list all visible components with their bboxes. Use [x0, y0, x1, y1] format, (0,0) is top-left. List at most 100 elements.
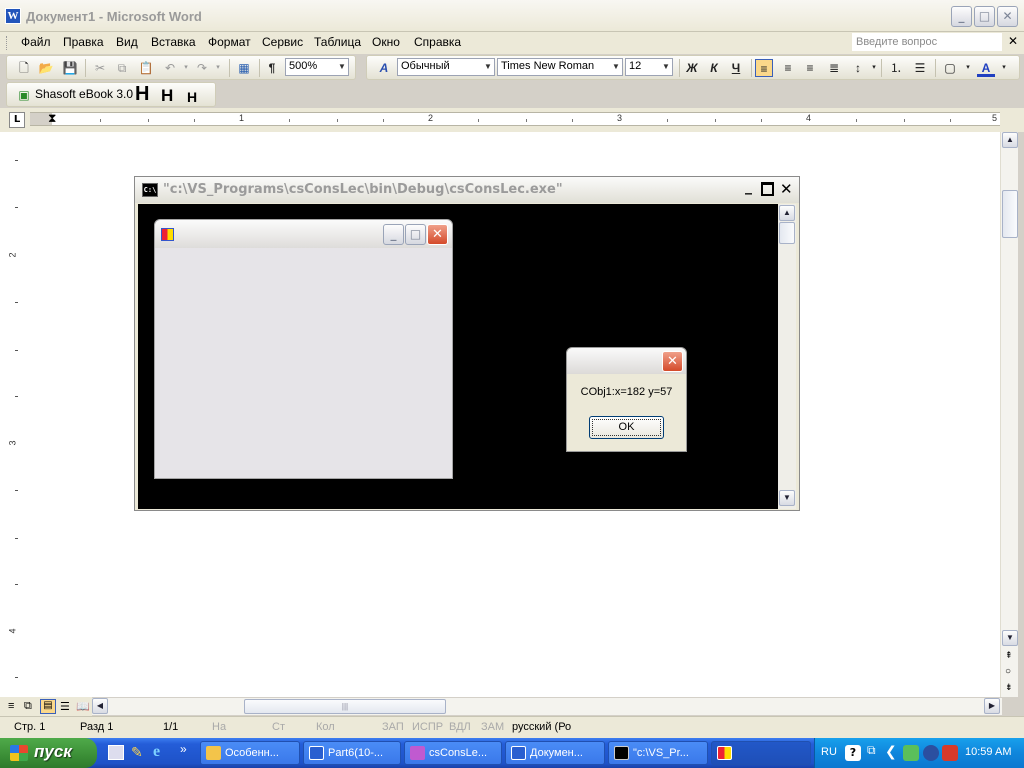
- normal-view-icon[interactable]: ≡: [8, 700, 14, 712]
- quicklaunch-more-icon[interactable]: »: [180, 742, 187, 756]
- italic-button[interactable]: К: [705, 59, 723, 77]
- menu-table[interactable]: Таблица: [314, 35, 361, 49]
- borders-icon[interactable]: ▢: [941, 59, 959, 77]
- close-button[interactable]: ✕: [997, 6, 1018, 27]
- form-minimize-button[interactable]: _: [383, 224, 404, 245]
- align-right-icon[interactable]: ≡: [801, 59, 819, 77]
- maximize-button[interactable]: □: [974, 6, 995, 27]
- menu-format[interactable]: Формат: [208, 35, 251, 49]
- clock[interactable]: 10:59 AM: [965, 746, 1011, 758]
- task-form-active[interactable]: [711, 741, 811, 765]
- menu-window[interactable]: Окно: [372, 35, 400, 49]
- font-select[interactable]: Times New Roman ▼: [497, 58, 623, 76]
- font-color-dropdown-icon[interactable]: ▾: [995, 59, 1013, 77]
- console-title-bar[interactable]: C:\ "c:\VS_Programs\csConsLec\bin\Debug\…: [135, 177, 799, 203]
- vertical-scrollbar[interactable]: ▲ ▼ ⇞ ○ ⇟: [1000, 132, 1018, 697]
- task-console[interactable]: "c:\VS_Pr...: [608, 741, 708, 765]
- security-shield-icon[interactable]: [942, 745, 958, 761]
- scroll-thumb[interactable]: [1002, 190, 1018, 238]
- form-app-icon[interactable]: [161, 228, 174, 241]
- scroll-right-icon[interactable]: ▶: [984, 698, 1000, 714]
- scroll-thumb[interactable]: [779, 222, 795, 244]
- scroll-left-icon[interactable]: ◀: [92, 698, 108, 714]
- status-overtype[interactable]: ЗАМ: [481, 721, 504, 733]
- paste-icon[interactable]: 📋: [137, 59, 155, 77]
- browse-object-icon[interactable]: ○: [1005, 666, 1011, 677]
- bold-button[interactable]: Ж: [683, 59, 701, 77]
- form-window[interactable]: _ □ ✕: [154, 219, 453, 479]
- styles-pane-icon[interactable]: A: [375, 59, 393, 77]
- underline-button[interactable]: Ч: [727, 59, 745, 77]
- heading1-button[interactable]: H: [135, 83, 149, 106]
- print-view-icon[interactable]: ▤: [40, 699, 56, 714]
- status-extend[interactable]: ВДЛ: [449, 721, 471, 733]
- menu-help[interactable]: Справка: [414, 35, 461, 49]
- open-folder-icon[interactable]: 📂: [37, 59, 55, 77]
- form-title-bar[interactable]: _ □ ✕: [155, 220, 452, 248]
- horizontal-ruler[interactable]: ⧗ 1 2 3 4 5: [30, 111, 1000, 126]
- form-close-button[interactable]: ✕: [427, 224, 448, 245]
- bullets-icon[interactable]: ☰: [911, 59, 929, 77]
- task-word-part6[interactable]: Part6(10-...: [303, 741, 401, 765]
- show-desktop-icon[interactable]: [108, 745, 124, 760]
- borders-dropdown-icon[interactable]: ▾: [959, 59, 977, 77]
- copy-icon[interactable]: ⧉: [113, 59, 131, 77]
- task-folder[interactable]: Особенн...: [200, 741, 300, 765]
- font-color-icon[interactable]: A: [977, 59, 995, 77]
- vertical-ruler[interactable]: 2 3 4: [6, 132, 26, 697]
- cut-icon[interactable]: ✂: [91, 59, 109, 77]
- start-button[interactable]: пуск: [0, 738, 97, 768]
- align-center-icon[interactable]: ≡: [779, 59, 797, 77]
- heading3-button[interactable]: H: [187, 89, 197, 105]
- tray-back-icon[interactable]: ❮: [885, 743, 897, 760]
- help-icon[interactable]: ?: [845, 745, 861, 761]
- show-formatting-icon[interactable]: ¶: [263, 59, 281, 77]
- status-track-changes[interactable]: ИСПР: [412, 721, 443, 733]
- scroll-thumb[interactable]: |||: [244, 699, 446, 714]
- indent-marker-icon[interactable]: ⧗: [48, 111, 56, 126]
- media-icon[interactable]: ✎: [131, 744, 143, 761]
- align-left-icon[interactable]: ≡: [755, 59, 773, 77]
- ie-icon[interactable]: e: [153, 743, 160, 761]
- form-maximize-button[interactable]: □: [405, 224, 426, 245]
- web-view-icon[interactable]: ⧉: [24, 700, 32, 713]
- scroll-up-icon[interactable]: ▲: [1002, 132, 1018, 148]
- menu-insert[interactable]: Вставка: [151, 35, 196, 49]
- redo-dropdown-icon[interactable]: ▾: [209, 59, 227, 77]
- ok-button[interactable]: OK: [589, 416, 664, 439]
- console-minimize-button[interactable]: _: [745, 179, 752, 195]
- numbering-icon[interactable]: ⒈: [887, 59, 905, 77]
- console-close-button[interactable]: ✕: [780, 180, 793, 198]
- console-scrollbar[interactable]: ▲ ▼: [778, 204, 796, 509]
- new-doc-icon[interactable]: 🗋: [15, 59, 33, 77]
- prev-page-icon[interactable]: ⇞: [1005, 650, 1013, 661]
- message-box[interactable]: ✕ CObj1:x=182 y=57 OK: [566, 347, 687, 452]
- justify-icon[interactable]: ≣: [825, 59, 843, 77]
- outline-view-icon[interactable]: ☰: [60, 700, 70, 713]
- menu-view[interactable]: Вид: [116, 35, 138, 49]
- style-select[interactable]: Обычный ▼: [397, 58, 495, 76]
- menu-tools[interactable]: Сервис: [262, 35, 303, 49]
- status-rec[interactable]: ЗАП: [382, 721, 404, 733]
- message-box-title-bar[interactable]: ✕: [567, 348, 686, 374]
- word-app-icon[interactable]: W: [5, 8, 21, 24]
- update-icon[interactable]: [923, 745, 939, 761]
- next-page-icon[interactable]: ⇟: [1005, 682, 1013, 693]
- task-visual-studio[interactable]: csConsLe...: [404, 741, 502, 765]
- network-icon[interactable]: [903, 745, 919, 761]
- scroll-down-icon[interactable]: ▼: [1002, 630, 1018, 646]
- ask-question-input[interactable]: Введите вопрос: [852, 33, 1002, 51]
- menu-edit[interactable]: Правка: [63, 35, 104, 49]
- menu-file[interactable]: Файл: [21, 35, 51, 49]
- scroll-down-icon[interactable]: ▼: [779, 490, 795, 506]
- font-size-select[interactable]: 12 ▼: [625, 58, 673, 76]
- scroll-up-icon[interactable]: ▲: [779, 205, 795, 221]
- insert-table-icon[interactable]: ▦: [235, 59, 253, 77]
- console-app-icon[interactable]: C:\: [142, 183, 158, 197]
- doc-close-icon[interactable]: ✕: [1008, 34, 1018, 48]
- console-maximize-button[interactable]: [761, 182, 774, 196]
- language-indicator[interactable]: RU: [821, 746, 837, 758]
- task-word-document[interactable]: Докумен...: [505, 741, 605, 765]
- tray-expand-icon[interactable]: ⧉: [867, 743, 876, 758]
- message-box-close-button[interactable]: ✕: [662, 351, 683, 372]
